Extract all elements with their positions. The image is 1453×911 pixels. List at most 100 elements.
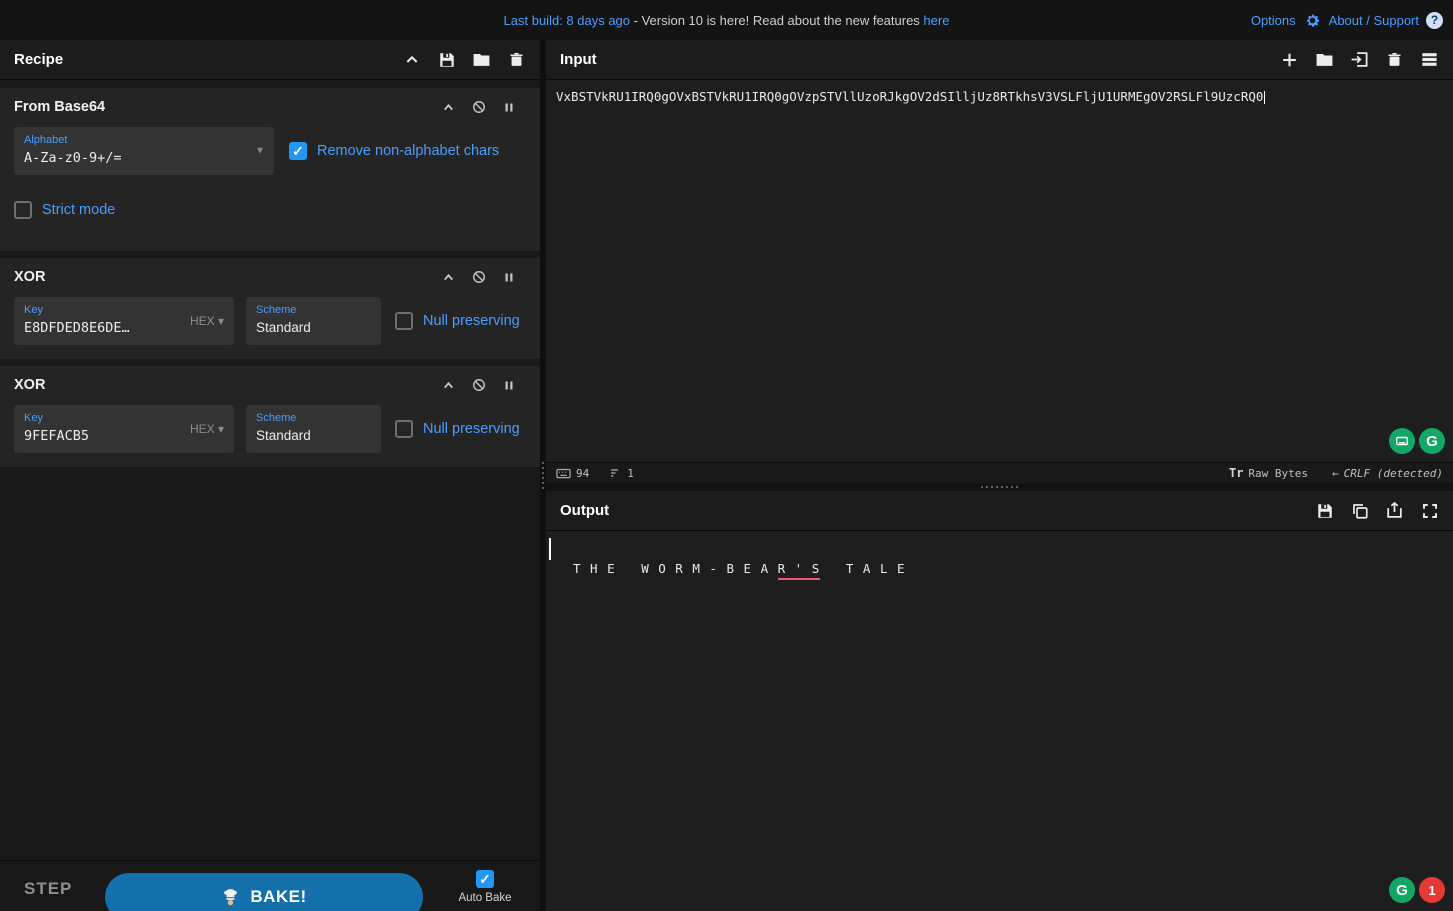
line-count: 1 [609,467,634,480]
notification-badge[interactable]: 1 [1419,877,1445,903]
breakpoint-pause-icon[interactable] [501,270,516,285]
open-file-as-input-icon[interactable] [1350,50,1369,69]
copy-output-icon[interactable] [1350,501,1369,520]
null-preserving-checkbox[interactable]: Null preserving [395,312,520,330]
checkbox-label: Null preserving [423,313,520,329]
char-count: 94 [556,467,589,480]
auto-bake-toggle[interactable]: Auto Bake [452,870,518,904]
key-unit-dropdown[interactable]: HEX ▾ [190,314,224,328]
key-label: Key [24,304,168,316]
xor-key-field[interactable]: Key 9FEFACB5 HEX ▾ [14,405,234,453]
key-label: Key [24,412,168,424]
scheme-value: Standard [256,428,311,443]
eol-label: CRLF (detected) [1344,467,1443,480]
open-folder-icon[interactable] [1315,50,1334,69]
disable-operation-icon[interactable] [471,378,486,393]
checkbox-checked-icon [289,142,307,160]
encoding-label: Raw Bytes [1248,467,1308,480]
xor-scheme-dropdown[interactable]: Scheme Standard [246,405,381,453]
collapse-operation-icon[interactable] [441,270,456,285]
strict-mode-checkbox[interactable]: Strict mode [14,201,115,219]
collapse-recipe-icon[interactable] [402,50,421,69]
grammar-underline: R ' S [778,561,821,580]
add-input-tab-icon[interactable] [1280,50,1299,69]
maximize-output-icon[interactable] [1420,501,1439,520]
input-title: Input [560,51,597,68]
disable-operation-icon[interactable] [471,100,486,115]
collapse-operation-icon[interactable] [441,100,456,115]
clear-recipe-trash-icon[interactable] [507,50,526,69]
text-cursor [549,538,551,560]
alphabet-label: Alphabet [24,134,264,146]
alphabet-value: A-Za-z0-9+/= [24,150,122,166]
save-output-icon[interactable] [1315,501,1334,520]
horizontal-splitter[interactable] [546,483,1453,491]
auto-bake-label: Auto Bake [458,892,511,904]
banner-text: - Version 10 is here! Read about the new… [630,13,923,28]
clear-input-trash-icon[interactable] [1385,50,1404,69]
input-encoding-selector[interactable]: Tr Raw Bytes [1229,466,1308,480]
input-tools-badge[interactable] [1389,428,1415,454]
top-banner: Last build: 8 days ago - Version 10 is h… [0,0,1453,40]
here-link[interactable]: here [923,13,949,28]
output-title: Output [560,502,609,519]
operation-xor-2[interactable]: XOR Key 9FEFACB5 HEX ▾ Scheme [0,366,540,467]
input-text: VxBSTVkRU1IRQ0gOVxBSTVkRU1IRQ0gOVzpSTVll… [556,89,1263,104]
gear-icon[interactable] [1303,11,1322,30]
step-button[interactable]: STEP [24,879,72,899]
operation-title: From Base64 [14,99,105,115]
checkbox-unchecked-icon [14,201,32,219]
recipe-list: From Base64 Alphabet A-Za-z0-9+/= ▼ [0,80,540,860]
drag-handle-icon [542,462,544,489]
bake-button[interactable]: BAKE! [105,873,423,911]
grammarly-icon[interactable]: G [1419,428,1445,454]
recipe-pane: Recipe From Base64 [0,40,540,911]
xor-key-field[interactable]: Key E8DFDED8E6DE… HEX ▾ [14,297,234,345]
scheme-value: Standard [256,320,311,335]
scheme-label: Scheme [256,304,371,316]
last-build-link[interactable]: Last build: 8 days ago [504,13,630,28]
key-value: E8DFDED8E6DE… [24,320,130,336]
text-cursor [1264,91,1265,104]
load-recipe-folder-icon[interactable] [472,50,491,69]
xor-scheme-dropdown[interactable]: Scheme Standard [246,297,381,345]
eol-selector[interactable]: ← CRLF (detected) [1332,467,1443,480]
checkbox-label: Remove non-alphabet chars [317,143,499,159]
drag-handle-icon [981,486,1018,488]
operation-xor-1[interactable]: XOR Key E8DFDED8E6DE… HEX ▾ Scheme [0,258,540,359]
checkbox-unchecked-icon [395,312,413,330]
scheme-label: Scheme [256,412,371,424]
breakpoint-pause-icon[interactable] [501,378,516,393]
checkbox-unchecked-icon [395,420,413,438]
recipe-controls: STEP BAKE! Auto Bake [0,860,540,911]
char-count-icon [556,467,571,479]
breakpoint-pause-icon[interactable] [501,100,516,115]
checkbox-checked-icon [476,870,494,888]
bake-label: BAKE! [250,887,306,907]
chevron-down-icon: ▼ [255,146,265,157]
options-link[interactable]: Options [1251,13,1296,28]
tab-list-icon[interactable] [1420,50,1439,69]
help-icon[interactable]: ? [1426,12,1443,29]
banner-message: Last build: 8 days ago - Version 10 is h… [0,0,1453,40]
replace-input-with-output-icon[interactable] [1385,501,1404,520]
operation-from-base64[interactable]: From Base64 Alphabet A-Za-z0-9+/= ▼ [0,88,540,251]
collapse-operation-icon[interactable] [441,378,456,393]
operation-title: XOR [14,377,45,393]
key-value: 9FEFACB5 [24,428,89,444]
input-textarea[interactable]: VxBSTVkRU1IRQ0gOVxBSTVkRU1IRQ0gOVzpSTVll… [546,80,1453,462]
operation-title: XOR [14,269,45,285]
remove-non-alphabet-checkbox[interactable]: Remove non-alphabet chars [289,142,499,160]
chef-hat-icon [221,888,240,907]
key-unit-dropdown[interactable]: HEX ▾ [190,422,224,436]
save-recipe-icon[interactable] [437,50,456,69]
checkbox-label: Null preserving [423,421,520,437]
io-pane: Input VxBSTVkRU1IRQ0gOVx [546,40,1453,911]
null-preserving-checkbox[interactable]: Null preserving [395,420,520,438]
output-textarea[interactable]: T H E W O R M - B E A R ' S T A L E G 1 [546,531,1453,911]
about-support-link[interactable]: About / Support [1329,13,1419,28]
grammarly-icon[interactable]: G [1389,877,1415,903]
checkbox-label: Strict mode [42,202,115,218]
disable-operation-icon[interactable] [471,270,486,285]
alphabet-dropdown[interactable]: Alphabet A-Za-z0-9+/= ▼ [14,127,274,175]
